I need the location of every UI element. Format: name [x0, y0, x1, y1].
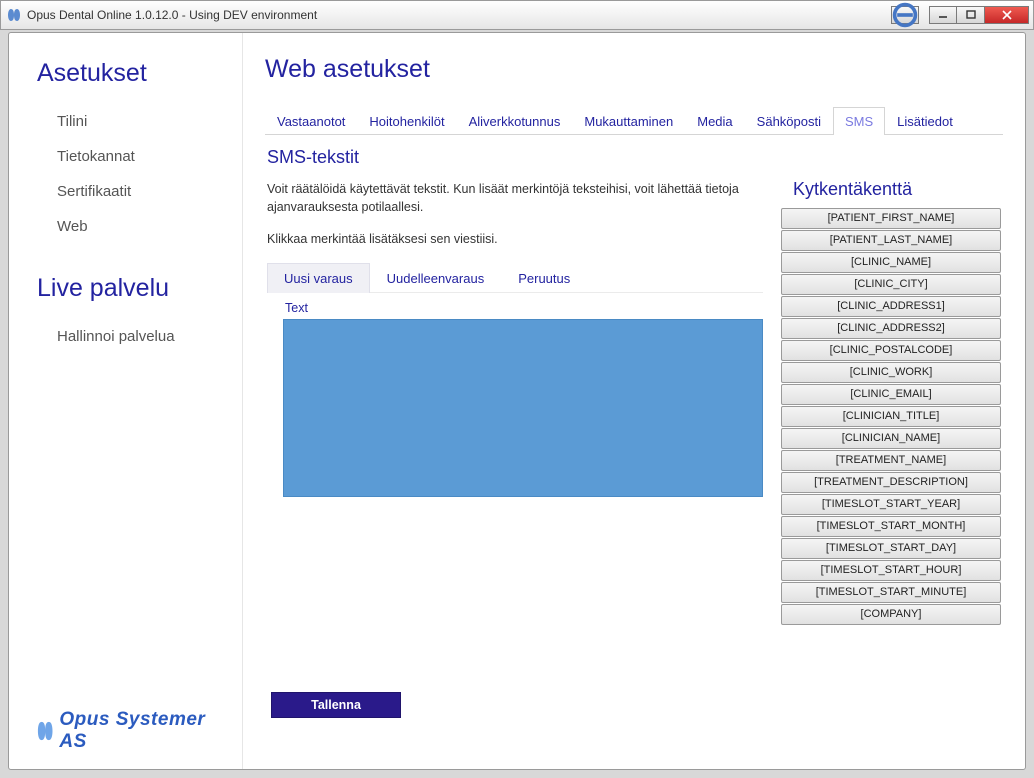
window-controls — [929, 6, 1029, 24]
company-logo: Opus Systemer AS — [37, 709, 222, 753]
merge-field-button[interactable]: [CLINIC_CITY] — [781, 274, 1001, 295]
tab-lisatiedot[interactable]: Lisätiedot — [885, 107, 965, 135]
tab-hoitohenkilot[interactable]: Hoitohenkilöt — [357, 107, 456, 135]
tab-sahkoposti[interactable]: Sähköposti — [745, 107, 833, 135]
maximize-button[interactable] — [957, 6, 985, 24]
main-tabs: Vastaanotot Hoitohenkilöt Aliverkkotunnu… — [265, 106, 1003, 135]
sidebar-item-account[interactable]: Tilini — [37, 104, 222, 139]
sms-section: SMS-tekstit Voit räätälöidä käytettävät … — [265, 135, 1003, 718]
app-icon — [7, 8, 21, 22]
merge-field-button[interactable]: [COMPANY] — [781, 604, 1001, 625]
window-titlebar: Opus Dental Online 1.0.12.0 - Using DEV … — [0, 0, 1034, 30]
minimize-button[interactable] — [929, 6, 957, 24]
merge-field-button[interactable]: [CLINIC_WORK] — [781, 362, 1001, 383]
tooth-icon — [37, 719, 53, 743]
subtab-uusi-varaus[interactable]: Uusi varaus — [267, 263, 370, 293]
subtab-uudelleenvaraus[interactable]: Uudelleenvaraus — [370, 263, 502, 293]
merge-field-button[interactable]: [TIMESLOT_START_HOUR] — [781, 560, 1001, 581]
tab-mukauttaminen[interactable]: Mukauttaminen — [572, 107, 685, 135]
company-name: Opus Systemer AS — [59, 709, 222, 753]
merge-field-button[interactable]: [CLINICIAN_NAME] — [781, 428, 1001, 449]
sms-description-1: Voit räätälöidä käytettävät tekstit. Kun… — [267, 180, 763, 216]
tab-media[interactable]: Media — [685, 107, 744, 135]
sms-text-input[interactable] — [283, 319, 763, 497]
merge-field-button[interactable]: [TIMESLOT_START_MINUTE] — [781, 582, 1001, 603]
tab-vastaanotot[interactable]: Vastaanotot — [265, 107, 357, 135]
help-button[interactable] — [891, 6, 919, 24]
merge-fields-panel: Kytkentäkenttä [PATIENT_FIRST_NAME][PATI… — [781, 147, 1001, 718]
merge-field-button[interactable]: [TREATMENT_DESCRIPTION] — [781, 472, 1001, 493]
sms-heading: SMS-tekstit — [267, 147, 763, 168]
textarea-label: Text — [285, 301, 763, 315]
sidebar-group-settings: Asetukset — [37, 59, 222, 88]
close-button[interactable] — [985, 6, 1029, 24]
sidebar-separator — [37, 244, 222, 274]
merge-field-button[interactable]: [CLINIC_NAME] — [781, 252, 1001, 273]
merge-field-button[interactable]: [TIMESLOT_START_YEAR] — [781, 494, 1001, 515]
merge-field-button[interactable]: [CLINIC_POSTALCODE] — [781, 340, 1001, 361]
tab-aliverkkotunnus[interactable]: Aliverkkotunnus — [457, 107, 573, 135]
merge-field-button[interactable]: [CLINICIAN_TITLE] — [781, 406, 1001, 427]
merge-field-button[interactable]: [PATIENT_LAST_NAME] — [781, 230, 1001, 251]
merge-field-button[interactable]: [CLINIC_ADDRESS2] — [781, 318, 1001, 339]
merge-field-button[interactable]: [CLINIC_ADDRESS1] — [781, 296, 1001, 317]
sidebar-item-databases[interactable]: Tietokannat — [37, 139, 222, 174]
app-frame: Asetukset Tilini Tietokannat Sertifikaat… — [8, 32, 1026, 770]
sidebar-item-web[interactable]: Web — [37, 209, 222, 244]
sidebar: Asetukset Tilini Tietokannat Sertifikaat… — [9, 33, 242, 769]
merge-field-button[interactable]: [CLINIC_EMAIL] — [781, 384, 1001, 405]
merge-field-button[interactable]: [TIMESLOT_START_DAY] — [781, 538, 1001, 559]
window-title: Opus Dental Online 1.0.12.0 - Using DEV … — [27, 8, 891, 22]
page-title: Web asetukset — [265, 55, 1003, 84]
merge-field-button[interactable]: [TREATMENT_NAME] — [781, 450, 1001, 471]
sms-subtabs: Uusi varaus Uudelleenvaraus Peruutus — [267, 262, 763, 293]
sms-description-2: Klikkaa merkintää lisätäksesi sen viesti… — [267, 230, 763, 248]
main-pane: Web asetukset Vastaanotot Hoitohenkilöt … — [242, 33, 1025, 769]
sidebar-item-certificates[interactable]: Sertifikaatit — [37, 174, 222, 209]
sidebar-item-manage-service[interactable]: Hallinnoi palvelua — [37, 319, 222, 354]
merge-field-button[interactable]: [TIMESLOT_START_MONTH] — [781, 516, 1001, 537]
save-button[interactable]: Tallenna — [271, 692, 401, 718]
tab-sms[interactable]: SMS — [833, 107, 885, 135]
merge-field-button[interactable]: [PATIENT_FIRST_NAME] — [781, 208, 1001, 229]
sidebar-group-live: Live palvelu — [37, 274, 222, 303]
subtab-peruutus[interactable]: Peruutus — [501, 263, 587, 293]
merge-fields-title: Kytkentäkenttä — [781, 179, 1001, 200]
